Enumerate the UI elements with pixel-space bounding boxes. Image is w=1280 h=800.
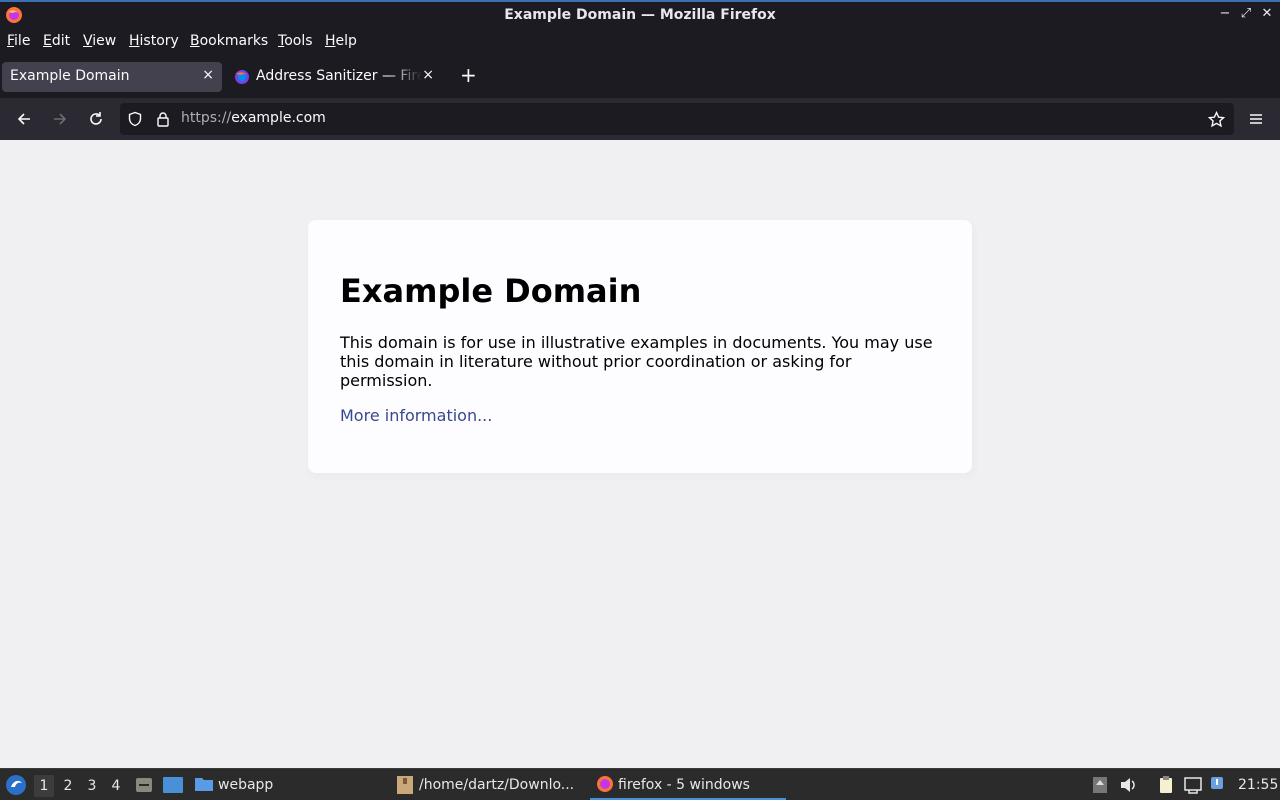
workspace-2[interactable]: 2 xyxy=(58,775,78,797)
folder-icon xyxy=(195,778,213,791)
new-tab-button[interactable]: + xyxy=(460,63,477,87)
back-button[interactable] xyxy=(13,108,35,130)
forward-arrow-icon xyxy=(54,113,67,125)
menu-tools[interactable]: Tools xyxy=(278,33,313,49)
eject-icon[interactable] xyxy=(1090,775,1110,795)
archive-icon xyxy=(397,776,413,794)
page-content: Example Domain This domain is for use in… xyxy=(0,140,1280,768)
lock-icon[interactable] xyxy=(155,111,171,127)
close-window-button[interactable]: ✕ xyxy=(1259,6,1275,21)
menu-file[interactable]: File xyxy=(7,33,30,49)
content-card: Example Domain This domain is for use in… xyxy=(308,220,972,473)
page-heading: Example Domain xyxy=(340,272,642,310)
more-information-link[interactable]: More information... xyxy=(340,406,492,425)
desktop-launcher-icon[interactable] xyxy=(162,775,184,795)
firefox-favicon-icon xyxy=(235,70,249,84)
clock: 21:55 xyxy=(1238,777,1279,793)
bookmark-star-icon[interactable] xyxy=(1208,111,1225,128)
tab-example-domain[interactable]: Example Domain × xyxy=(2,62,222,92)
menu-view[interactable]: View xyxy=(83,33,116,49)
start-menu-icon[interactable] xyxy=(5,774,27,796)
url-text[interactable]: https://example.com xyxy=(181,110,326,126)
workspace-1[interactable]: 1 xyxy=(34,775,54,797)
tab-label: Example Domain xyxy=(10,68,130,84)
workspace-3[interactable]: 3 xyxy=(82,775,102,797)
tab-bar: Example Domain × Address Sanitizer — Fir… xyxy=(0,56,1280,98)
maximize-button[interactable]: ⤢ xyxy=(1238,6,1254,21)
app-menu-button[interactable] xyxy=(1245,108,1267,130)
page-paragraph: This domain is for use in illustrative e… xyxy=(340,333,933,390)
tab-address-sanitizer[interactable]: Address Sanitizer — Firefox × xyxy=(226,62,442,92)
volume-icon[interactable] xyxy=(1118,775,1138,795)
hamburger-menu-icon xyxy=(1250,114,1262,124)
url-bar[interactable]: https://example.com xyxy=(120,103,1234,135)
workspace-4[interactable]: 4 xyxy=(106,775,126,797)
menu-help[interactable]: Help xyxy=(325,33,357,49)
navigation-bar: https://example.com xyxy=(0,98,1280,140)
menu-bookmarks[interactable]: Bookmarks xyxy=(190,33,268,49)
task-webapp[interactable]: webapp xyxy=(218,777,273,793)
menu-history[interactable]: History xyxy=(129,33,179,49)
reload-icon xyxy=(90,112,102,125)
notification-icon[interactable] xyxy=(1208,775,1228,795)
window-titlebar: Example Domain — Mozilla Firefox − ⤢ ✕ xyxy=(0,0,1280,30)
tracking-shield-icon[interactable] xyxy=(127,111,143,127)
menu-bar: File Edit View History Bookmarks Tools H… xyxy=(0,30,1280,54)
menu-edit[interactable]: Edit xyxy=(43,33,70,49)
reload-button[interactable] xyxy=(85,108,107,130)
taskbar: 1 2 3 4 webapp /home/dartz/Downlo... fir… xyxy=(0,768,1280,800)
tab-close-icon[interactable]: × xyxy=(422,67,434,83)
forward-button[interactable] xyxy=(49,108,71,130)
task-firefox[interactable]: firefox - 5 windows xyxy=(618,777,750,793)
minimize-button[interactable]: − xyxy=(1217,6,1233,21)
task-file-manager[interactable]: /home/dartz/Downlo... xyxy=(419,777,574,793)
clipboard-icon[interactable] xyxy=(1156,775,1176,795)
file-manager-launcher-icon[interactable] xyxy=(134,775,154,795)
window-title: Example Domain — Mozilla Firefox xyxy=(504,7,776,23)
tab-label: Address Sanitizer — Firefox xyxy=(256,68,422,84)
firefox-icon xyxy=(597,776,613,792)
tab-close-icon[interactable]: × xyxy=(202,67,214,83)
back-arrow-icon xyxy=(17,113,30,125)
network-icon[interactable] xyxy=(1183,775,1203,795)
